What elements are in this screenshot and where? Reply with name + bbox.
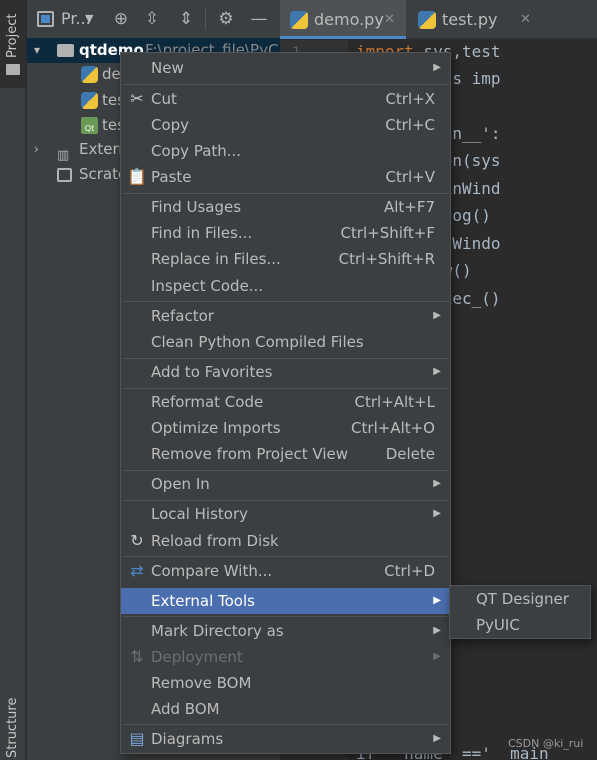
menu-item-open-in[interactable]: Open In ▶ bbox=[121, 471, 450, 497]
reload-icon: ↻ bbox=[130, 531, 144, 550]
structure-tool-tab[interactable]: Structure bbox=[0, 680, 26, 760]
deployment-icon: ⇅ bbox=[130, 647, 144, 666]
submenu-item-pyuic[interactable]: PyUIC bbox=[476, 612, 520, 638]
menu-item-find-usages[interactable]: Find Usages Alt+F7 bbox=[121, 194, 450, 220]
tree-item-label: de bbox=[102, 65, 121, 83]
diagram-icon: ▤ bbox=[129, 729, 145, 748]
python-file-icon bbox=[418, 11, 436, 29]
submenu-arrow-icon: ▶ bbox=[433, 651, 441, 662]
menu-item-reload-from-disk[interactable]: ↻ Reload from Disk bbox=[121, 528, 450, 554]
menu-item-remove-bom[interactable]: Remove BOM bbox=[121, 670, 450, 696]
menu-item-new[interactable]: New ▶ bbox=[121, 55, 450, 81]
menu-item-optimize-imports[interactable]: Optimize Imports Ctrl+Alt+O bbox=[121, 415, 450, 441]
tab-demo-py[interactable]: demo.py ✕ bbox=[280, 0, 406, 39]
structure-tab-label: Structure bbox=[5, 697, 20, 758]
python-file-icon bbox=[81, 92, 98, 109]
submenu-arrow-icon: ▶ bbox=[433, 310, 441, 321]
menu-item-paste[interactable]: 📋 Paste Ctrl+V bbox=[121, 164, 450, 190]
project-tool-tab[interactable]: Project bbox=[0, 0, 26, 88]
library-icon: ▥ bbox=[57, 148, 70, 163]
menu-item-add-bom[interactable]: Add BOM bbox=[121, 696, 450, 722]
editor-tab-bar: demo.py ✕ test.py ✕ bbox=[280, 0, 597, 39]
menu-separator bbox=[122, 724, 449, 725]
folder-icon bbox=[57, 44, 74, 57]
menu-item-reformat-code[interactable]: Reformat Code Ctrl+Alt+L bbox=[121, 389, 450, 415]
compare-icon: ⇄ bbox=[130, 561, 144, 580]
project-tab-label: Project bbox=[5, 13, 20, 58]
python-file-icon bbox=[290, 11, 308, 29]
menu-item-remove-from-project-view[interactable]: Remove from Project View Delete bbox=[121, 441, 450, 467]
menu-item-replace-in-files[interactable]: Replace in Files... Ctrl+Shift+R bbox=[121, 246, 450, 272]
menu-item-add-to-favorites[interactable]: Add to Favorites ▶ bbox=[121, 359, 450, 385]
menu-item-compare-with[interactable]: ⇄ Compare With... Ctrl+D bbox=[121, 558, 450, 584]
context-menu: New ▶ ✂ Cut Ctrl+X Copy Ctrl+C Copy Path...… bbox=[120, 52, 451, 754]
watermark: CSDN @ki_rui bbox=[508, 737, 584, 750]
menu-item-copy[interactable]: Copy Ctrl+C bbox=[121, 112, 450, 138]
submenu-arrow-icon: ▶ bbox=[433, 733, 441, 744]
left-tool-strip: Project Structure bbox=[0, 0, 26, 760]
menu-item-cut[interactable]: ✂ Cut Ctrl+X bbox=[121, 86, 450, 112]
expand-all-icon[interactable]: ⇳ bbox=[141, 8, 163, 30]
folder-icon bbox=[6, 64, 20, 75]
menu-separator bbox=[122, 84, 449, 85]
menu-item-diagrams[interactable]: ▤ Diagrams ▶ bbox=[121, 726, 450, 752]
qt-file-icon: Qt bbox=[81, 117, 98, 134]
locate-icon[interactable]: ⊕ bbox=[110, 8, 132, 30]
python-file-icon bbox=[81, 66, 98, 83]
clipboard-icon: 📋 bbox=[127, 167, 147, 186]
menu-item-copy-path[interactable]: Copy Path... bbox=[121, 138, 450, 164]
menu-item-find-in-files[interactable]: Find in Files... Ctrl+Shift+F bbox=[121, 220, 450, 246]
submenu-arrow-icon: ▶ bbox=[433, 366, 441, 377]
gear-icon[interactable]: ⚙ bbox=[215, 8, 237, 30]
submenu-arrow-icon: ▶ bbox=[433, 478, 441, 489]
project-toolbar: Pr... ▼ ⊕ ⇳ ⇕ ⚙ — bbox=[27, 0, 280, 39]
chevron-right-icon: › bbox=[34, 142, 39, 156]
menu-separator bbox=[122, 301, 449, 302]
collapse-all-icon[interactable]: ⇕ bbox=[175, 8, 197, 30]
close-icon[interactable]: ✕ bbox=[520, 0, 531, 39]
toolbar-divider bbox=[205, 8, 206, 30]
scratches-icon bbox=[57, 168, 72, 182]
project-view-icon bbox=[37, 11, 54, 27]
menu-item-external-tools[interactable]: External Tools ▶ bbox=[121, 588, 450, 614]
submenu-item-qt-designer[interactable]: QT Designer bbox=[476, 586, 569, 612]
menu-item-deployment: ⇅ Deployment ▶ bbox=[121, 644, 450, 670]
submenu-arrow-icon: ▶ bbox=[433, 508, 441, 519]
tab-label: demo.py bbox=[314, 10, 384, 29]
chevron-down-icon: ▾ bbox=[34, 43, 41, 57]
menu-item-mark-directory-as[interactable]: Mark Directory as ▶ bbox=[121, 618, 450, 644]
menu-item-inspect-code[interactable]: Inspect Code... bbox=[121, 273, 450, 299]
submenu-arrow-icon: ▶ bbox=[433, 595, 441, 606]
hide-panel-icon[interactable]: — bbox=[248, 8, 270, 30]
tab-test-py[interactable]: test.py ✕ bbox=[408, 0, 538, 39]
external-tools-submenu: QT Designer PyUIC bbox=[449, 585, 591, 639]
menu-separator bbox=[122, 616, 449, 617]
menu-separator bbox=[122, 556, 449, 557]
menu-item-refactor[interactable]: Refactor ▶ bbox=[121, 303, 450, 329]
menu-item-local-history[interactable]: Local History ▶ bbox=[121, 501, 450, 527]
dropdown-arrow-icon[interactable]: ▼ bbox=[85, 12, 93, 25]
submenu-arrow-icon: ▶ bbox=[433, 62, 441, 73]
close-icon[interactable]: ✕ bbox=[384, 0, 395, 39]
submenu-arrow-icon: ▶ bbox=[433, 625, 441, 636]
scissors-icon: ✂ bbox=[130, 89, 144, 108]
tab-label: test.py bbox=[442, 10, 498, 29]
menu-item-clean-python-compiled[interactable]: Clean Python Compiled Files bbox=[121, 329, 450, 355]
